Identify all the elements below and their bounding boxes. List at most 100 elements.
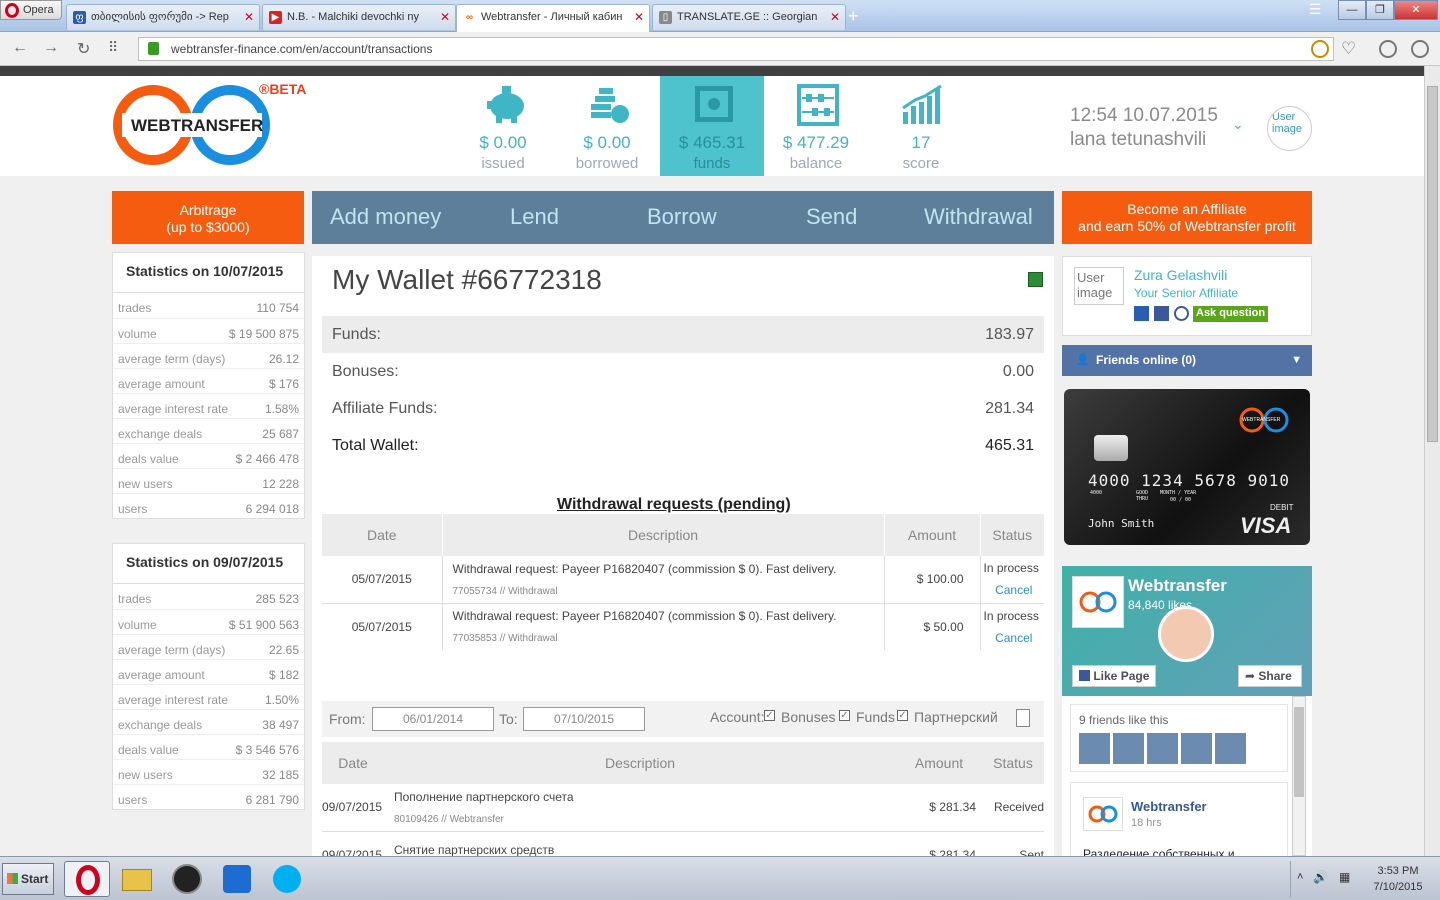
chat-icon[interactable]: [1174, 306, 1189, 321]
browser-tab[interactable]: ფ თბილისის ფორუმი -> Rep ✕: [66, 4, 260, 30]
post-time[interactable]: 18 hrs: [1131, 817, 1162, 829]
export-file-icon[interactable]: [1016, 709, 1030, 727]
statistics-value: 1.58%: [264, 402, 299, 416]
close-tab-icon[interactable]: ✕: [830, 5, 840, 29]
transactions-table: Date Description Amount Status 09/07/201…: [322, 742, 1044, 856]
page-scrollbar[interactable]: [1424, 66, 1440, 856]
statistics-label: average term (days): [118, 352, 226, 366]
account-icon[interactable]: [1411, 40, 1429, 58]
facebook-icon[interactable]: [1154, 306, 1169, 321]
user-name[interactable]: lana tetunashvili: [1070, 128, 1218, 152]
statistics-value: $ 51 900 563: [228, 618, 299, 632]
user-avatar[interactable]: User image: [1267, 106, 1312, 151]
bonuses-checkbox[interactable]: ✓: [764, 710, 775, 721]
bookmark-heart-icon[interactable]: ♡: [1341, 39, 1356, 59]
safe-icon: [695, 86, 733, 122]
close-tab-icon[interactable]: ✕: [244, 5, 254, 29]
stat-value: 17: [911, 133, 931, 152]
statistics-row: average term (days) 22.65: [113, 634, 304, 659]
nav-send[interactable]: Send: [806, 204, 857, 230]
cancel-withdrawal-link[interactable]: Cancel: [995, 631, 1032, 645]
taskbar-clock[interactable]: 3:53 PM 7/10/2015: [1369, 865, 1427, 893]
statistics-row: average amount $ 182: [113, 659, 304, 684]
nav-lend[interactable]: Lend: [510, 204, 559, 230]
statistics-value: 25 687: [262, 427, 299, 441]
webtransfer-logo[interactable]: WEBTRANSFER: [112, 84, 272, 166]
arbitrage-button[interactable]: Arbitrage (up to $3000): [112, 191, 304, 244]
scrollbar-thumb[interactable]: [1427, 86, 1438, 442]
table-row: 09/07/2015 Пополнение партнерского счета…: [322, 784, 1044, 831]
file-explorer-taskbar-icon[interactable]: [114, 861, 160, 897]
stat-borrowed[interactable]: $ 0.00 borrowed: [555, 76, 659, 176]
skype-taskbar-icon[interactable]: [264, 861, 310, 897]
nav-borrow[interactable]: Borrow: [647, 204, 717, 230]
funds-checkbox[interactable]: ✓: [839, 710, 850, 721]
current-time: 12:54 10.07.2015: [1070, 105, 1218, 126]
minimize-button[interactable]: —: [1338, 0, 1366, 20]
browser-tab[interactable]: ▶ N.B. - Malchiki devochki ny ✕: [262, 4, 456, 30]
statistics-label: deals value: [118, 743, 179, 757]
wallet-funds-row: Funds: 183.97: [322, 316, 1044, 353]
statistics-today: Statistics on 10/07/2015 trades 110 754 vo…: [112, 252, 305, 519]
date-to-input[interactable]: [523, 707, 645, 731]
statistics-label: trades: [118, 301, 152, 315]
nav-add-money[interactable]: Add money: [330, 204, 441, 230]
statistics-row: new users 12 228: [113, 468, 304, 493]
close-tab-icon[interactable]: ✕: [634, 5, 644, 29]
stat-issued[interactable]: $ 0.00 issued: [451, 76, 555, 176]
card-holder: John Smith: [1088, 517, 1155, 530]
maximize-button[interactable]: ❐: [1366, 0, 1394, 20]
volume-icon[interactable]: 🔊: [1313, 870, 1328, 884]
email-icon[interactable]: [1134, 306, 1149, 321]
partner-checkbox[interactable]: ✓: [897, 710, 908, 721]
counter-strike-taskbar-icon[interactable]: [164, 861, 210, 897]
chevron-down-icon[interactable]: ⌄: [1232, 116, 1244, 133]
ask-question-button[interactable]: Ask question: [1193, 306, 1269, 322]
wallet-bonuses-row: Bonuses: 0.00: [332, 363, 1034, 380]
become-affiliate-button[interactable]: Become an Affiliate and earn 50% of Webt…: [1062, 191, 1312, 244]
reload-icon[interactable]: ↻: [77, 39, 90, 59]
stat-funds[interactable]: $ 465.31 funds: [660, 76, 764, 176]
opera-menu-button[interactable]: Opera: [0, 0, 62, 20]
download-icon[interactable]: [1379, 40, 1397, 58]
share-button[interactable]: ➦ Share: [1238, 665, 1302, 687]
start-button[interactable]: Start: [2, 863, 54, 895]
browser-tab[interactable]: ▯ TRANSLATE.GE :: Georgian ✕: [652, 4, 846, 30]
speed-dial-icon[interactable]: ⠿: [108, 39, 118, 56]
opera-taskbar-icon[interactable]: [64, 861, 110, 897]
friends-online-bar[interactable]: 👤 Friends online (0) ▼: [1062, 345, 1312, 376]
cancel-withdrawal-link[interactable]: Cancel: [995, 583, 1032, 597]
url-field[interactable]: webtransfer-finance.com/en/account/trans…: [138, 37, 1334, 61]
close-tab-icon[interactable]: ✕: [440, 5, 450, 29]
show-hidden-icons[interactable]: ˄: [1297, 871, 1303, 883]
excel-export-icon[interactable]: [1028, 272, 1043, 287]
close-window-button[interactable]: ✕: [1394, 0, 1438, 20]
network-icon[interactable]: ▦: [1339, 870, 1350, 884]
windows-logo-icon: [7, 873, 18, 884]
teamviewer-taskbar-icon[interactable]: [214, 861, 260, 897]
browser-tab-bar: Opera ფ თბილისის ფორუმი -> Rep ✕ ▶ N.B. - M…: [0, 0, 1440, 32]
visa-logo: VISA: [1240, 513, 1292, 538]
facebook-page-widget: Webtransfer 84,840 likes Like Page ➦ Sha…: [1062, 566, 1312, 856]
affiliate-avatar[interactable]: User image: [1074, 267, 1124, 305]
new-tab-button[interactable]: +: [848, 6, 859, 26]
forward-icon[interactable]: →: [43, 39, 59, 57]
stat-score[interactable]: 17 score: [869, 76, 973, 176]
browser-tab-active[interactable]: ∞ Webtransfer - Личный кабин ✕: [456, 4, 650, 32]
tab-menu-icon[interactable]: ☰: [1302, 0, 1328, 20]
date-from-input[interactable]: [372, 707, 494, 731]
post-author[interactable]: Webtransfer: [1131, 799, 1207, 814]
post-author-avatar[interactable]: [1083, 797, 1123, 831]
affiliate-name[interactable]: Zura Gelashvili: [1134, 267, 1227, 283]
widget-scrollbar[interactable]: [1292, 696, 1306, 856]
back-icon[interactable]: ←: [12, 39, 28, 57]
nav-withdrawal[interactable]: Withdrawal: [924, 204, 1033, 230]
statistics-value: 285 523: [255, 592, 299, 606]
facebook-page-name[interactable]: Webtransfer: [1128, 576, 1227, 596]
like-page-button[interactable]: Like Page: [1072, 665, 1156, 687]
friend-avatars[interactable]: [1079, 733, 1247, 764]
facebook-page-logo[interactable]: [1072, 576, 1124, 628]
stat-balance[interactable]: $ 477.29 balance: [764, 76, 868, 176]
stat-label: issued: [481, 155, 525, 172]
ad-block-icon[interactable]: [1311, 40, 1329, 58]
